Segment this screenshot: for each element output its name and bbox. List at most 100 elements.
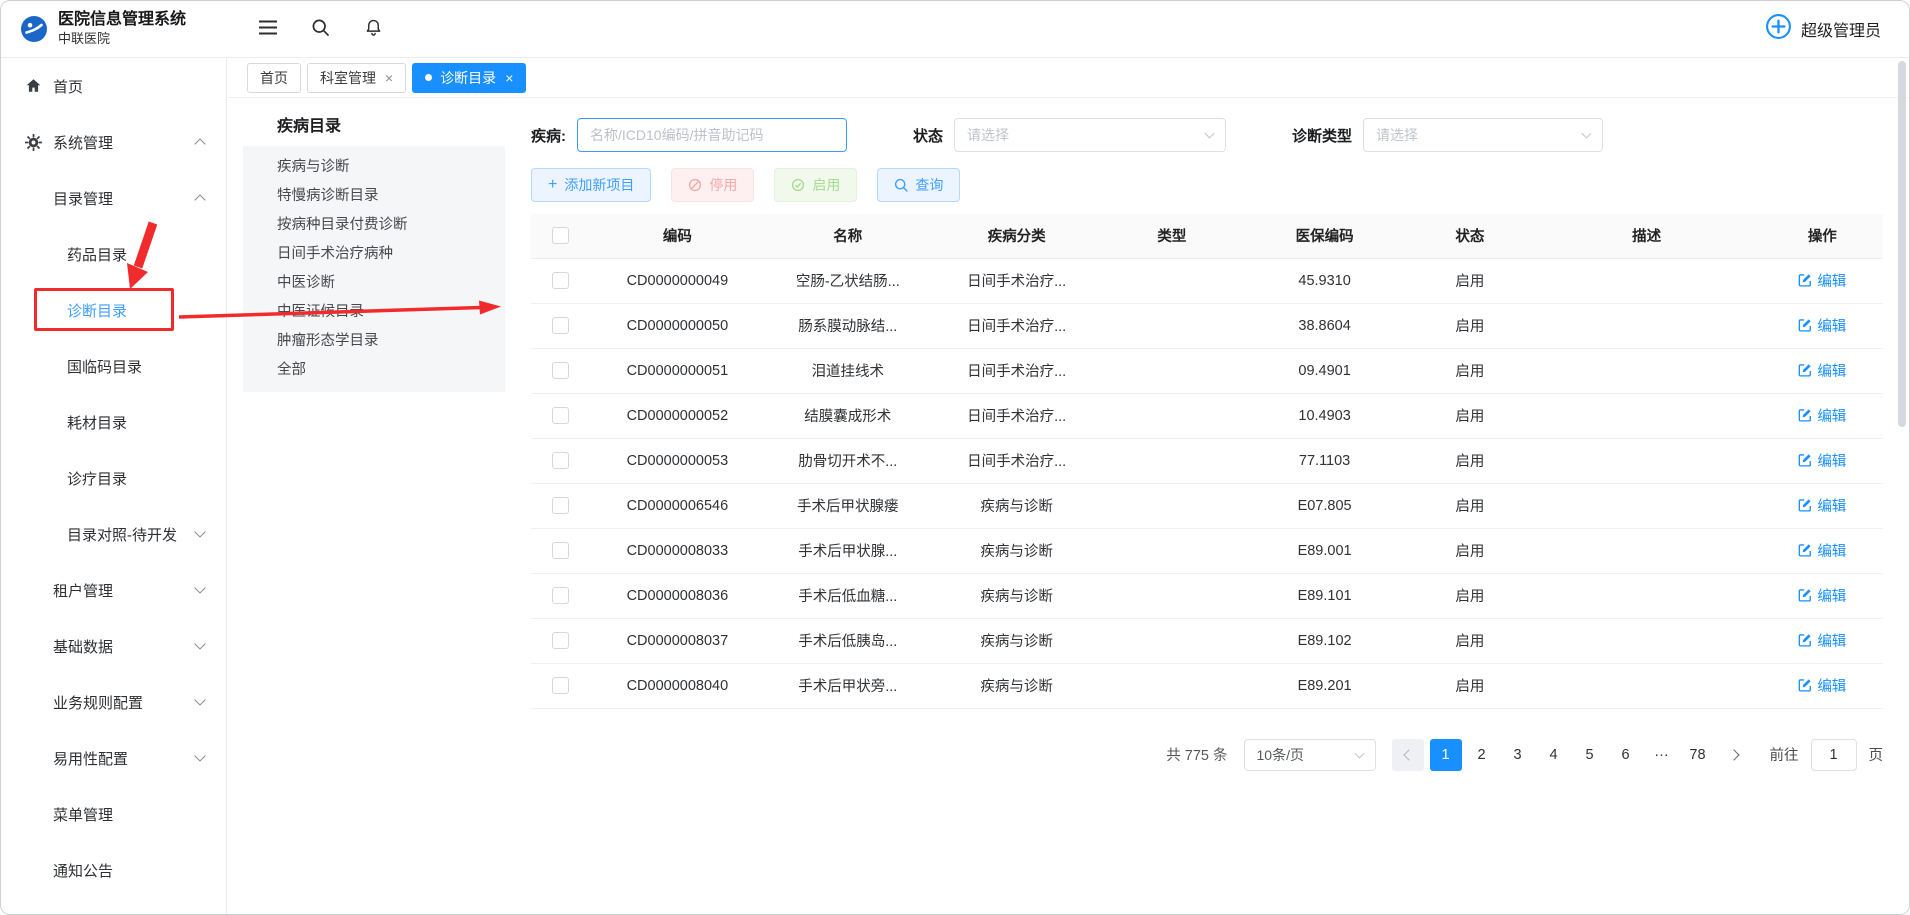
table-row: CD0000000049 空肠-乙状结肠... 日间手术治疗... 45.931… bbox=[531, 258, 1883, 303]
edit-icon bbox=[1798, 678, 1812, 692]
column-header: 医保编码 bbox=[1241, 214, 1408, 258]
sidebar-item[interactable]: 国临码目录 bbox=[1, 338, 226, 394]
cell-name: 手术后甲状腺瘘 bbox=[765, 483, 930, 528]
tab[interactable]: 科室管理 × bbox=[307, 63, 406, 93]
page-number-button[interactable]: 5 bbox=[1574, 739, 1606, 771]
cell-name: 结膜囊成形术 bbox=[765, 393, 930, 438]
sidebar-item[interactable]: 目录管理 bbox=[1, 170, 226, 226]
diagnosis-type-select-placeholder: 请选择 bbox=[1376, 125, 1418, 145]
cell-disease-category: 日间手术治疗... bbox=[930, 438, 1103, 483]
cell-insurance-code: 09.4901 bbox=[1241, 348, 1408, 393]
tab[interactable]: 首页 bbox=[247, 63, 301, 93]
row-checkbox[interactable] bbox=[552, 542, 569, 559]
goto-page-input[interactable] bbox=[1811, 739, 1857, 771]
page-number-button[interactable]: ··· bbox=[1646, 739, 1678, 771]
add-item-label: 添加新项目 bbox=[564, 175, 634, 195]
sidebar-item[interactable]: 诊疗目录 bbox=[1, 450, 226, 506]
row-checkbox[interactable] bbox=[552, 362, 569, 379]
category-item[interactable]: 中医诊断 bbox=[243, 269, 505, 298]
category-item[interactable]: 日间手术治疗病种 bbox=[243, 240, 505, 269]
sidebar-item[interactable]: 耗材目录 bbox=[1, 394, 226, 450]
gear-icon bbox=[25, 134, 42, 151]
page-number-button[interactable]: 1 bbox=[1430, 739, 1462, 771]
edit-button[interactable]: 编辑 bbox=[1798, 675, 1846, 696]
sidebar-item[interactable]: 菜单管理 bbox=[1, 786, 226, 842]
table-row: CD0000000053 肋骨切开术不... 日间手术治疗... 77.1103… bbox=[531, 438, 1883, 483]
select-all-checkbox[interactable] bbox=[552, 227, 569, 244]
edit-button[interactable]: 编辑 bbox=[1798, 450, 1846, 471]
row-checkbox[interactable] bbox=[552, 497, 569, 514]
cell-name: 肋骨切开术不... bbox=[765, 438, 930, 483]
notifications-button[interactable] bbox=[358, 12, 389, 46]
enable-button[interactable]: 启用 bbox=[774, 168, 857, 202]
table-row: CD0000000050 肠系膜动脉结... 日间手术治疗... 38.8604… bbox=[531, 303, 1883, 348]
sidebar-item[interactable]: 易用性配置 bbox=[1, 730, 226, 786]
sidebar-item[interactable]: 系统管理 bbox=[1, 114, 226, 170]
diagnosis-type-select[interactable]: 请选择 bbox=[1363, 118, 1603, 152]
category-item[interactable]: 中医证候目录 bbox=[243, 298, 505, 327]
prev-page-button[interactable] bbox=[1392, 739, 1424, 771]
cell-type bbox=[1103, 663, 1241, 708]
collapse-sidebar-button[interactable] bbox=[253, 14, 283, 44]
page-number-button[interactable]: 78 bbox=[1682, 739, 1714, 771]
page-number-button[interactable]: 2 bbox=[1466, 739, 1498, 771]
toolbar: + 添加新项目 停用 启用 查询 bbox=[531, 168, 1883, 202]
row-checkbox[interactable] bbox=[552, 632, 569, 649]
edit-button[interactable]: 编辑 bbox=[1798, 315, 1846, 336]
search-button[interactable] bbox=[305, 12, 336, 46]
edit-button[interactable]: 编辑 bbox=[1798, 585, 1846, 606]
row-checkbox[interactable] bbox=[552, 272, 569, 289]
cell-actions: 编辑 bbox=[1762, 618, 1883, 663]
row-checkbox[interactable] bbox=[552, 407, 569, 424]
category-item[interactable]: 疾病与诊断 bbox=[243, 153, 505, 182]
cell-status: 启用 bbox=[1408, 258, 1531, 303]
checkbox-cell bbox=[531, 393, 590, 438]
sidebar-item-label: 菜单管理 bbox=[53, 804, 113, 825]
sidebar-item[interactable]: 首页 bbox=[1, 58, 226, 114]
sidebar-item[interactable]: 诊断目录 bbox=[1, 282, 226, 338]
category-item[interactable]: 全部 bbox=[243, 356, 505, 385]
sidebar-item-label: 国临码目录 bbox=[67, 356, 142, 377]
disable-button[interactable]: 停用 bbox=[671, 168, 754, 202]
cell-status: 启用 bbox=[1408, 348, 1531, 393]
row-checkbox[interactable] bbox=[552, 317, 569, 334]
query-button[interactable]: 查询 bbox=[877, 168, 960, 202]
vertical-scrollbar-thumb[interactable] bbox=[1898, 61, 1906, 427]
admin-menu[interactable]: 超级管理员 bbox=[1765, 13, 1881, 45]
edit-button[interactable]: 编辑 bbox=[1798, 270, 1846, 291]
page-number-button[interactable]: 4 bbox=[1538, 739, 1570, 771]
row-checkbox[interactable] bbox=[552, 587, 569, 604]
checkbox-cell bbox=[531, 573, 590, 618]
cell-disease-category: 日间手术治疗... bbox=[930, 303, 1103, 348]
tab-active-dot bbox=[425, 74, 432, 81]
category-item[interactable]: 肿瘤形态学目录 bbox=[243, 327, 505, 356]
row-checkbox[interactable] bbox=[552, 452, 569, 469]
page-number-button[interactable]: 3 bbox=[1502, 739, 1534, 771]
sidebar-item[interactable]: 目录对照-待开发 bbox=[1, 506, 226, 562]
bell-icon bbox=[364, 18, 383, 40]
edit-button[interactable]: 编辑 bbox=[1798, 540, 1846, 561]
status-select[interactable]: 请选择 bbox=[954, 118, 1226, 152]
edit-button[interactable]: 编辑 bbox=[1798, 360, 1846, 381]
sidebar-item[interactable]: 药品目录 bbox=[1, 226, 226, 282]
next-page-button[interactable] bbox=[1720, 739, 1752, 771]
sidebar-item[interactable]: 租户管理 bbox=[1, 562, 226, 618]
tab[interactable]: 诊断目录 × bbox=[412, 63, 526, 93]
page-size-select[interactable]: 10条/页 bbox=[1244, 739, 1376, 771]
edit-button[interactable]: 编辑 bbox=[1798, 495, 1846, 516]
disease-search-input[interactable] bbox=[577, 118, 847, 152]
category-item[interactable]: 特慢病诊断目录 bbox=[243, 182, 505, 211]
tab-close-icon[interactable]: × bbox=[385, 71, 393, 85]
category-item[interactable]: 按病种目录付费诊断 bbox=[243, 211, 505, 240]
row-checkbox[interactable] bbox=[552, 677, 569, 694]
tab-close-icon[interactable]: × bbox=[505, 71, 513, 85]
add-item-button[interactable]: + 添加新项目 bbox=[531, 168, 651, 202]
sidebar-item[interactable]: 基础数据 bbox=[1, 618, 226, 674]
cell-code: CD0000000053 bbox=[590, 438, 766, 483]
sidebar-item[interactable]: 业务规则配置 bbox=[1, 674, 226, 730]
page-number-button[interactable]: 6 bbox=[1610, 739, 1642, 771]
table-header-row: 编码名称疾病分类类型医保编码状态描述操作 bbox=[531, 214, 1883, 258]
sidebar-item[interactable]: 通知公告 bbox=[1, 842, 226, 898]
edit-button[interactable]: 编辑 bbox=[1798, 630, 1846, 651]
edit-button[interactable]: 编辑 bbox=[1798, 405, 1846, 426]
